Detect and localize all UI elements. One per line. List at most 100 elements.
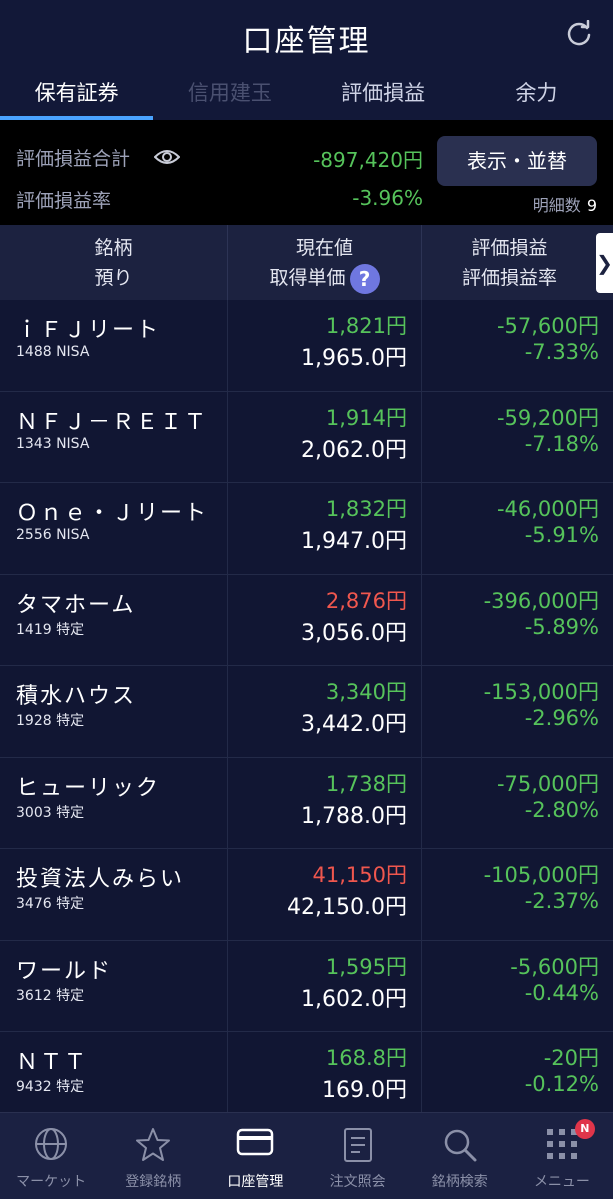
stock-code: 3476 特定 — [16, 896, 85, 912]
header-pl: 評価損益 評価損益率 — [422, 225, 597, 300]
stock-name: ＮＦＪ－ＲＥＩＴ — [16, 409, 209, 435]
price-cell: 1,821円 1,965.0円 — [228, 300, 422, 391]
globe-icon — [35, 1128, 68, 1160]
nav-menu-label: メニュー — [533, 1174, 590, 1190]
table-row[interactable]: 投資法人みらい 3476 特定 41,150円 42,150.0円 -105,000円 -… — [0, 849, 613, 941]
table-row[interactable]: ＮＦＪ－ＲＥＩＴ 1343 NISA 1,914円 2,062.0円 -59,200円 -… — [0, 391, 613, 483]
table-row[interactable]: ヒューリック 3003 特定 1,738円 1,788.0円 -75,000円 -2.80… — [0, 757, 613, 849]
stock-cell: Ｏｎｅ・Ｊリート 2556 NISA — [0, 483, 228, 574]
refresh-icon[interactable] — [565, 20, 593, 48]
pl-rate: -2.37% — [524, 889, 599, 913]
current-price: 3,340円 — [325, 680, 407, 704]
tab-holdings[interactable]: 保有証券 — [0, 70, 154, 120]
notification-badge: N — [574, 1119, 595, 1139]
item-count: 明細数 9 — [533, 192, 597, 216]
stock-name: ｉＦＪリート — [16, 318, 161, 343]
header-stock: 銘柄 預り — [0, 225, 228, 300]
acquisition-price: 1,965.0円 — [301, 346, 407, 371]
display-sort-button[interactable]: 表示・並替 — [437, 136, 597, 186]
header-current-price: 現在値 — [295, 237, 353, 259]
stock-code: 3003 特定 — [16, 804, 85, 821]
pl-rate: -2.80% — [524, 797, 599, 822]
stock-name: ワールド — [16, 958, 113, 984]
pl-cell: -105,000円 -2.37% — [422, 849, 613, 940]
current-price: 41,150円 — [312, 863, 407, 887]
search-icon — [444, 1129, 477, 1162]
item-count-value: 9 — [586, 196, 597, 215]
stock-name: ＮＴＴ — [16, 1050, 89, 1075]
nav-orders-label: 注文照会 — [329, 1174, 386, 1190]
stock-name: Ｏｎｅ・Ｊリート — [16, 501, 209, 526]
stock-name: 積水ハウス — [16, 684, 137, 709]
price-cell: 3,340円 3,442.0円 — [228, 666, 422, 757]
pl-rate-label: 評価損益率 — [16, 190, 112, 212]
scroll-right-button[interactable]: ❯ — [596, 233, 613, 293]
pl-cell: -75,000円 -2.80% — [422, 758, 613, 849]
nav-account-label: 口座管理 — [227, 1174, 284, 1190]
nav-search-label: 銘柄検索 — [431, 1174, 488, 1190]
table-row[interactable]: Ｏｎｅ・Ｊリート 2556 NISA 1,832円 1,947.0円 -46,000円 -… — [0, 483, 613, 575]
pl-cell: -153,000円 -2.96% — [422, 666, 613, 757]
price-cell: 41,150円 42,150.0円 — [228, 849, 422, 940]
tab-buying-power[interactable]: 余力 — [460, 70, 613, 120]
price-cell: 1,832円 1,947.0円 — [228, 483, 422, 574]
item-count-label: 明細数 — [532, 196, 581, 215]
header-account-type: 預り — [94, 267, 133, 289]
pl-rate: -0.44% — [524, 980, 599, 1005]
table-row[interactable]: ｉＦＪリート 1488 NISA 1,821円 1,965.0円 -57,600円 -7.… — [0, 300, 613, 392]
acquisition-price: 169.0円 — [322, 1078, 407, 1103]
stock-code: 1419 特定 — [16, 621, 85, 638]
pl-amount: -396,000円 — [483, 588, 599, 613]
pl-rate: -0.12% — [524, 1072, 599, 1096]
stock-cell: 投資法人みらい 3476 特定 — [0, 849, 228, 940]
stock-code: 1928 特定 — [16, 713, 85, 729]
nav-market[interactable]: マーケット — [0, 1113, 102, 1199]
help-icon[interactable]: ? — [349, 263, 380, 294]
nav-watchlist[interactable]: 登録銘柄 — [102, 1113, 204, 1199]
pl-rate: -7.33% — [524, 340, 599, 364]
app-header: 口座管理 — [0, 0, 613, 70]
stock-code: 1343 NISA — [16, 435, 90, 452]
nav-market-label: マーケット — [16, 1174, 87, 1190]
card-icon — [237, 1128, 274, 1156]
pl-cell: -396,000円 -5.89% — [422, 575, 613, 666]
header-pl-amount: 評価損益 — [471, 237, 548, 259]
nav-account[interactable]: 口座管理 — [204, 1113, 306, 1199]
stock-cell: ＮＦＪ－ＲＥＩＴ 1343 NISA — [0, 391, 228, 482]
stock-name: 投資法人みらい — [16, 867, 185, 892]
stock-name: ヒューリック — [16, 775, 161, 801]
current-price: 1,595円 — [325, 954, 407, 979]
pl-rate: -5.91% — [524, 523, 599, 547]
stock-code: 2556 NISA — [16, 527, 90, 543]
account-tabs: 保有証券 信用建玉 評価損益 余力 — [0, 70, 613, 120]
tab-margin-positions[interactable]: 信用建玉 — [153, 70, 306, 120]
pl-cell: -5,600円 -0.44% — [422, 941, 613, 1032]
total-pl-label: 評価損益合計 — [16, 148, 131, 170]
total-pl-value: -897,420円 — [313, 148, 423, 172]
bottom-nav: マーケット 登録銘柄 口座管理 注文照会 銘柄検索 N メニュー — [0, 1112, 613, 1199]
eye-icon[interactable] — [154, 148, 180, 166]
header-price: 現在値 取得単価? — [228, 225, 422, 300]
header-acquisition-price: 取得単価 — [269, 267, 346, 289]
holdings-list: ｉＦＪリート 1488 NISA 1,821円 1,965.0円 -57,600円 -7.… — [0, 300, 613, 1124]
pl-amount: -75,000円 — [496, 771, 599, 796]
nav-search[interactable]: 銘柄検索 — [409, 1113, 511, 1199]
tab-profit-loss[interactable]: 評価損益 — [307, 70, 460, 120]
acquisition-price: 1,788.0円 — [301, 803, 407, 829]
nav-orders[interactable]: 注文照会 — [307, 1113, 409, 1199]
table-row[interactable]: ワールド 3612 特定 1,595円 1,602.0円 -5,600円 -0.44% — [0, 940, 613, 1032]
acquisition-price: 1,602.0円 — [301, 986, 407, 1012]
pl-rate: -2.96% — [524, 706, 599, 730]
pl-rate: -7.18% — [524, 431, 599, 456]
header-stock-name: 銘柄 — [94, 237, 133, 259]
table-header: 銘柄 預り 現在値 取得単価? 評価損益 評価損益率 — [0, 225, 613, 300]
page-title: 口座管理 — [242, 24, 371, 59]
table-row[interactable]: タマホーム 1419 特定 2,876円 3,056.0円 -396,000円 -5.89… — [0, 574, 613, 666]
pl-amount: -57,600円 — [496, 314, 599, 338]
nav-watchlist-label: 登録銘柄 — [125, 1174, 182, 1190]
pl-amount: -46,000円 — [496, 497, 599, 521]
table-row[interactable]: ＮＴＴ 9432 特定 168.8円 169.0円 -20円 -0.12% — [0, 1032, 613, 1124]
nav-menu[interactable]: N メニュー — [511, 1113, 613, 1199]
table-row[interactable]: 積水ハウス 1928 特定 3,340円 3,442.0円 -153,000円 -2.96… — [0, 666, 613, 758]
stock-code: 1488 NISA — [16, 344, 90, 360]
